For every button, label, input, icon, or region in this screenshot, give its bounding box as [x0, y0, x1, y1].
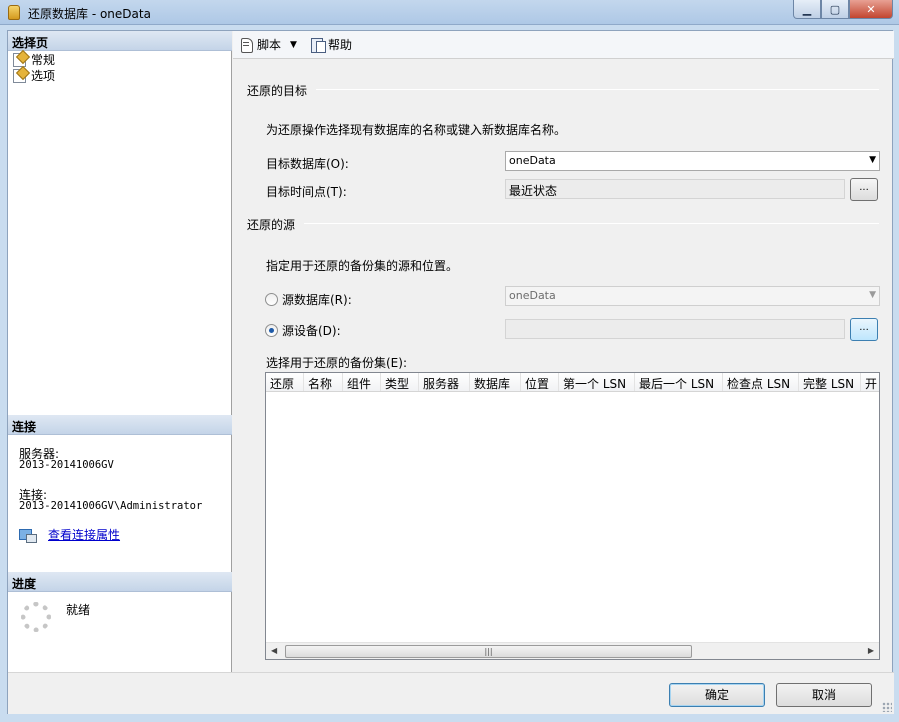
- help-button[interactable]: 帮助: [310, 36, 352, 53]
- source-device-browse-button[interactable]: ...: [850, 318, 878, 341]
- progress-status: 就绪: [66, 603, 91, 617]
- page-item-options[interactable]: 选项: [12, 67, 55, 83]
- progress-spinner-icon: [21, 602, 51, 632]
- target-database-label: 目标数据库(O):: [266, 157, 349, 171]
- source-instruction: 指定用于还原的备份集的源和位置。: [266, 259, 459, 273]
- database-icon: [8, 5, 20, 20]
- target-time-label: 目标时间点(T):: [266, 185, 347, 199]
- column-header[interactable]: 位置: [521, 373, 559, 391]
- close-button[interactable]: ✕: [849, 0, 893, 19]
- column-header[interactable]: 检查点 LSN: [723, 373, 799, 391]
- target-database-value: oneData: [509, 154, 556, 167]
- window-controls: ▁ ▢ ✕: [793, 0, 893, 19]
- column-header[interactable]: 数据库: [470, 373, 521, 391]
- column-header[interactable]: 开: [861, 373, 879, 391]
- page-item-label: 常规: [31, 52, 56, 67]
- column-header[interactable]: 还原: [266, 373, 304, 391]
- target-time-field: 最近状态: [505, 179, 845, 199]
- connection-properties-icon: [19, 528, 37, 543]
- maximize-icon: ▢: [829, 2, 841, 16]
- connection-value: 2013-20141006GV\Administrator: [19, 500, 203, 512]
- source-database-value: oneData: [509, 289, 556, 302]
- column-header[interactable]: 类型: [381, 373, 419, 391]
- target-time-browse-button[interactable]: ...: [850, 178, 878, 201]
- scroll-thumb[interactable]: |||: [285, 645, 692, 658]
- horizontal-scrollbar[interactable]: ◀ ||| ▶: [266, 642, 879, 659]
- source-device-radio[interactable]: [265, 324, 278, 337]
- chevron-down-icon: ▼: [869, 290, 876, 300]
- progress-header: 进度: [8, 572, 232, 592]
- scroll-left-icon[interactable]: ◀: [271, 646, 277, 655]
- close-icon: ✕: [866, 2, 876, 16]
- page-icon: [12, 52, 27, 67]
- divider: [316, 89, 879, 90]
- source-database-radio[interactable]: [265, 293, 278, 306]
- page-item-label: 选项: [31, 68, 56, 83]
- scroll-right-icon[interactable]: ▶: [868, 646, 874, 655]
- ok-button[interactable]: 确定: [669, 683, 765, 707]
- chevron-down-icon[interactable]: ▼: [290, 40, 297, 50]
- script-icon: [239, 37, 254, 53]
- column-header[interactable]: 第一个 LSN: [559, 373, 635, 391]
- maximize-button[interactable]: ▢: [821, 0, 849, 19]
- source-database-label: 源数据库(R):: [282, 293, 352, 307]
- server-value: 2013-20141006GV: [19, 459, 114, 471]
- window-title: 还原数据库 - oneData: [28, 7, 151, 21]
- column-header[interactable]: 服务器: [419, 373, 470, 391]
- target-instruction: 为还原操作选择现有数据库的名称或键入新数据库名称。: [266, 123, 567, 137]
- source-device-field: [505, 319, 845, 339]
- backup-sets-label: 选择用于还原的备份集(E):: [266, 356, 407, 370]
- column-header[interactable]: 名称: [304, 373, 343, 391]
- target-group-title: 还原的目标: [247, 84, 308, 98]
- dialog-client: 选择页 常规 选项 连接 服务器: 2013-20141006GV 连接: 20…: [7, 30, 894, 714]
- left-pane: 选择页 常规 选项 连接 服务器: 2013-20141006GV 连接: 20…: [8, 31, 232, 672]
- backup-sets-grid[interactable]: 还原 名称 组件 类型 服务器 数据库 位置 第一个 LSN 最后一个 LSN …: [265, 372, 880, 660]
- source-database-combo[interactable]: oneData ▼: [505, 286, 880, 306]
- script-button[interactable]: 脚本 ▼: [239, 36, 297, 53]
- minimize-icon: ▁: [802, 2, 812, 16]
- grid-header: 还原 名称 组件 类型 服务器 数据库 位置 第一个 LSN 最后一个 LSN …: [266, 373, 879, 392]
- cancel-button[interactable]: 取消: [776, 683, 872, 707]
- view-connection-properties-link[interactable]: 查看连接属性: [48, 526, 120, 543]
- column-header[interactable]: 组件: [343, 373, 381, 391]
- title-bar: 还原数据库 - oneData ▁ ▢ ✕: [0, 0, 899, 25]
- toolbar: 脚本 ▼ 帮助: [233, 31, 894, 59]
- dialog-button-bar: 确定 取消: [8, 672, 894, 714]
- column-header[interactable]: 最后一个 LSN: [635, 373, 723, 391]
- resize-grip-icon[interactable]: [882, 702, 892, 712]
- page-item-general[interactable]: 常规: [12, 51, 55, 67]
- divider: [304, 223, 879, 224]
- help-label: 帮助: [328, 38, 353, 52]
- select-page-header: 选择页: [8, 31, 232, 51]
- page-icon: [12, 68, 27, 83]
- column-header[interactable]: 完整 LSN: [799, 373, 861, 391]
- source-device-label: 源设备(D):: [282, 324, 341, 338]
- target-database-combo[interactable]: oneData ▼: [505, 151, 880, 171]
- connection-header: 连接: [8, 415, 232, 435]
- source-group-title: 还原的源: [247, 218, 296, 232]
- view-connection-properties[interactable]: 查看连接属性: [19, 526, 120, 543]
- script-label: 脚本: [257, 38, 282, 52]
- chevron-down-icon: ▼: [869, 155, 876, 165]
- help-icon: [310, 37, 326, 53]
- minimize-button[interactable]: ▁: [793, 0, 821, 19]
